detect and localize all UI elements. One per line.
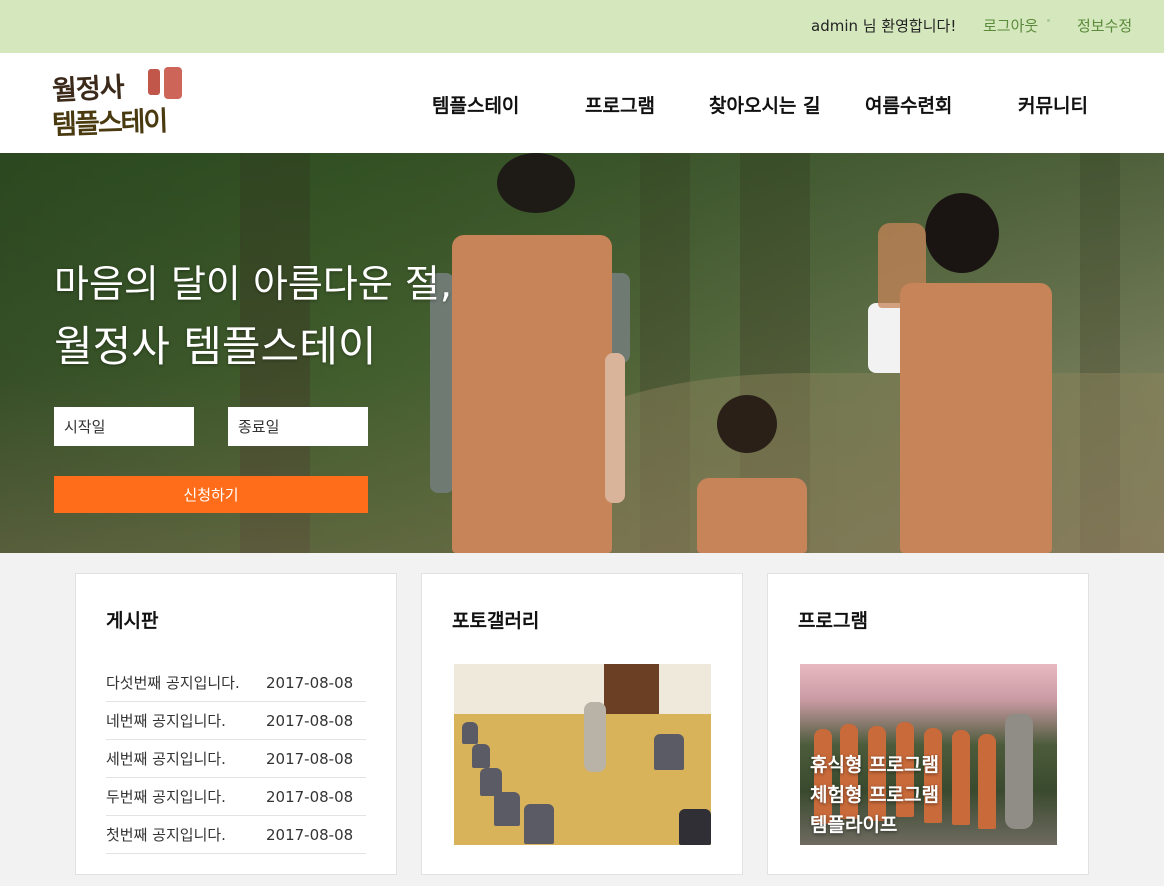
figure-head [497,153,575,213]
board-post[interactable]: 첫번째 공지입니다. 2017-08-08 [106,816,366,854]
logout-link[interactable]: 로그아웃 [983,15,1038,36]
site-header: 월정사 템플스테이 템플스테이 프로그램 찾아오시는 길 여름수련회 커뮤니티 [0,53,1164,153]
board-post[interactable]: 네번째 공지입니다. 2017-08-08 [106,702,366,740]
photo-person [654,734,684,770]
board-post[interactable]: 두번째 공지입니다. 2017-08-08 [106,778,366,816]
gallery-title[interactable]: 포토갤러리 [452,606,539,633]
post-title[interactable]: 두번째 공지입니다. [106,786,226,807]
end-date-input[interactable] [228,407,368,446]
figure-adult-woman [900,283,1052,553]
photo-monk [1005,714,1033,829]
nav-community[interactable]: 커뮤니티 [1018,91,1088,118]
photo-person [494,792,520,826]
board-title[interactable]: 게시판 [106,606,158,633]
post-title[interactable]: 첫번째 공지입니다. [106,824,226,845]
site-logo[interactable]: 월정사 템플스테이 [51,65,188,141]
logo-seal-icon [148,69,160,95]
nav-program[interactable]: 프로그램 [585,91,655,118]
post-date: 2017-08-08 [266,750,354,768]
logo-seal-icon-2 [164,67,182,99]
hero-tagline: 마음의 달이 아름다운 절, [54,262,452,306]
nav-directions[interactable]: 찾아오시는 길 [709,91,821,118]
board-card: 게시판 다섯번째 공지입니다. 2017-08-08 네번째 공지입니다. 20… [75,573,397,875]
photo-person [524,804,554,844]
post-date: 2017-08-08 [266,788,354,806]
figure-head [717,395,777,453]
program-photo: 휴식형 프로그램 체험형 프로그램 템플라이프 [800,664,1057,845]
program-links: 휴식형 프로그램 체험형 프로그램 템플라이프 [810,750,939,840]
photo-monk [584,702,606,772]
program-card: 프로그램 휴식형 프로그램 체험형 프로그램 템플라이프 [767,573,1089,875]
post-title[interactable]: 네번째 공지입니다. [106,710,226,731]
figure-adult-man [452,235,612,553]
edit-profile-link[interactable]: 정보수정 [1077,15,1132,36]
photo-person [978,734,996,829]
photo-person [472,744,490,768]
figure-child [697,478,807,553]
post-title[interactable]: 다섯번째 공지입니다. [106,672,240,693]
nav-templestay[interactable]: 템플스테이 [432,91,519,118]
nav-summer-retreat[interactable]: 여름수련회 [865,91,952,118]
figure-head [925,193,999,273]
welcome-text: admin 님 환영합니다! [811,17,957,35]
program-link-experience[interactable]: 체험형 프로그램 [810,780,939,810]
gallery-card: 포토갤러리 [421,573,743,875]
figure-arm [605,353,625,503]
post-date: 2017-08-08 [266,826,354,844]
hero-title: 월정사 템플스테이 [54,322,377,371]
hero-banner: 마음의 달이 아름다운 절, 월정사 템플스테이 신청하기 [0,153,1164,553]
photo-person [679,809,711,845]
program-link-templelife[interactable]: 템플라이프 [810,810,939,840]
photo-person [952,730,970,825]
program-title[interactable]: 프로그램 [798,606,868,633]
photo-person [462,722,478,744]
board-post[interactable]: 세번째 공지입니다. 2017-08-08 [106,740,366,778]
board-post[interactable]: 다섯번째 공지입니다. 2017-08-08 [106,664,366,702]
figure-distant [878,223,926,308]
start-date-input[interactable] [54,407,194,446]
post-date: 2017-08-08 [266,712,354,730]
separator-dot [1047,19,1050,22]
post-date: 2017-08-08 [266,674,354,692]
apply-button[interactable]: 신청하기 [54,476,368,513]
program-link-rest[interactable]: 휴식형 프로그램 [810,750,939,780]
post-title[interactable]: 세번째 공지입니다. [106,748,226,769]
logo-line-2: 템플스테이 [51,106,167,141]
user-topbar: admin 님 환영합니다! 로그아웃 정보수정 [0,0,1164,53]
gallery-photo[interactable] [454,664,711,845]
